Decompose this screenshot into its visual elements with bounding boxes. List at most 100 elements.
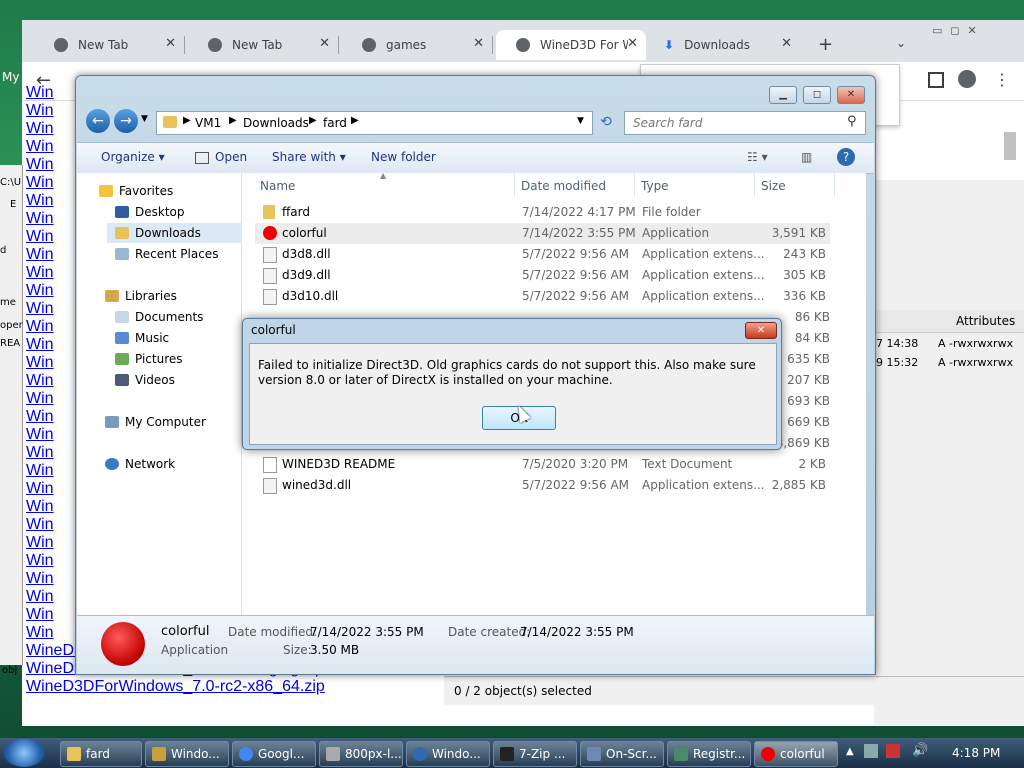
column-size[interactable]: Size — [761, 179, 786, 193]
file-row[interactable]: wined3d.dll 5/7/2022 9:56 AM Application… — [255, 475, 830, 496]
close-icon[interactable]: ✕ — [781, 36, 792, 51]
music-icon — [115, 332, 129, 344]
chevron-down-icon[interactable]: ⌄ — [896, 36, 906, 50]
file-row[interactable]: ffard 7/14/2022 4:17 PM File folder — [255, 202, 830, 223]
file-row[interactable]: d3d10.dll 5/7/2022 9:56 AM Application e… — [255, 286, 830, 307]
tab-label: New Tab — [78, 38, 129, 52]
tray-expand-icon[interactable]: ▲ — [846, 746, 854, 757]
view-options-icon[interactable]: ☷ ▾ — [747, 150, 768, 164]
volume-icon[interactable]: 🔊 — [912, 743, 928, 758]
taskbar-item-windows-help[interactable]: Windo... — [406, 741, 490, 767]
nav-downloads[interactable]: Downloads — [107, 223, 249, 243]
close-button[interactable]: ✕ — [837, 86, 865, 104]
search-icon[interactable]: ⚲ — [847, 114, 857, 129]
nav-favorites[interactable]: Favorites — [99, 181, 173, 201]
browser-tab-1[interactable]: New Tab ✕ — [34, 30, 185, 60]
nav-libraries[interactable]: Libraries — [105, 286, 177, 306]
folder-icon — [163, 116, 177, 128]
taskbar-item-windows[interactable]: Windo... — [145, 741, 229, 767]
taskbar-item-on-screen[interactable]: On-Scr... — [580, 741, 664, 767]
address-bar[interactable]: ▶ VM1 ▶ Downloads ▶ fard ▶ ▼ — [156, 111, 593, 135]
browser-tab-4[interactable]: WineD3D For W ✕ — [496, 30, 646, 60]
column-type[interactable]: Type — [641, 179, 669, 193]
chevron-down-icon[interactable]: ▼ — [141, 114, 148, 124]
organize-button[interactable]: Organize ▾ — [101, 150, 165, 164]
nav-my-computer[interactable]: My Computer — [105, 412, 206, 432]
new-folder-button[interactable]: New folder — [371, 150, 436, 164]
close-icon[interactable]: ✕ — [165, 36, 176, 51]
network-tray-icon[interactable] — [864, 744, 878, 758]
nav-videos[interactable]: Videos — [115, 370, 175, 390]
taskbar-item-registry[interactable]: Registr... — [667, 741, 751, 767]
error-dialog: colorful ✕ Failed to initialize Direct3D… — [242, 318, 782, 450]
nav-recent-places[interactable]: Recent Places — [115, 244, 218, 264]
taskbar-item-fard[interactable]: fard — [60, 741, 142, 767]
refresh-icon[interactable]: ⟲ — [596, 111, 616, 133]
fragment: oper — [0, 320, 23, 331]
file-row[interactable]: d3d8.dll 5/7/2022 9:56 AM Application ex… — [255, 244, 830, 265]
sort-arrow-icon: ▲ — [380, 171, 387, 180]
menu-dots-icon[interactable]: ⋮ — [994, 70, 1010, 89]
open-button[interactable]: Open — [195, 150, 247, 164]
downloads-folder-icon — [115, 227, 129, 239]
tab-label: games — [386, 38, 427, 52]
breadcrumb-downloads[interactable]: Downloads — [243, 116, 309, 130]
desktop-label: My — [2, 70, 20, 84]
help-icon[interactable]: ? — [837, 148, 855, 166]
sidepanel-icon[interactable] — [928, 72, 944, 88]
clock[interactable]: 4:18 PM — [952, 746, 1000, 760]
close-icon[interactable]: ✕ — [627, 36, 638, 51]
maximize-button[interactable]: ◻ — [803, 86, 831, 104]
browser-tab-2[interactable]: New Tab ✕ — [188, 30, 339, 60]
taskbar-item-7zip[interactable]: 7-Zip ... — [493, 741, 577, 767]
forward-arrow-icon[interactable]: → — [114, 109, 138, 133]
browser-tab-3[interactable]: games ✕ — [342, 30, 493, 60]
fragment: E — [10, 199, 17, 210]
preview-pane-icon[interactable]: ▥ — [801, 150, 812, 164]
nav-documents[interactable]: Documents — [115, 307, 203, 327]
flag-tray-icon[interactable] — [886, 744, 900, 758]
chrome-icon — [362, 38, 376, 52]
path-fragment: C:\U — [0, 177, 22, 188]
minimize-button[interactable]: ▁ — [769, 86, 797, 104]
column-date-modified[interactable]: Date modified — [521, 179, 606, 193]
file-row-selected[interactable]: colorful 7/14/2022 3:55 PM Application 3… — [255, 223, 830, 244]
dialog-close-button[interactable]: ✕ — [745, 322, 777, 339]
taskbar-item-google[interactable]: Googl... — [232, 741, 316, 767]
scrollbar-thumb[interactable] — [1004, 132, 1016, 160]
taskbar-item-800px[interactable]: 800px-l... — [319, 741, 403, 767]
new-tab-button[interactable]: + — [818, 34, 833, 55]
fragment: obj — [2, 665, 18, 676]
share-with-button[interactable]: Share with ▾ — [272, 150, 346, 164]
network-icon — [105, 458, 119, 470]
dll-icon — [263, 289, 277, 305]
close-icon[interactable]: ✕ — [319, 36, 330, 51]
close-icon[interactable]: ✕ — [473, 36, 484, 51]
start-button[interactable] — [4, 739, 44, 767]
breadcrumb-vm1[interactable]: VM1 — [195, 116, 221, 130]
back-arrow-icon[interactable]: ← — [86, 109, 110, 133]
file-row[interactable]: d3d9.dll 5/7/2022 9:56 AM Application ex… — [255, 265, 830, 286]
nav-pictures[interactable]: Pictures — [115, 349, 183, 369]
chrome-icon — [516, 38, 530, 52]
library-icon — [105, 290, 119, 302]
chrome-icon — [208, 38, 222, 52]
column-name[interactable]: Name — [260, 179, 295, 193]
nav-music[interactable]: Music — [115, 328, 169, 348]
window-controls[interactable]: ▭◻✕ — [932, 24, 985, 37]
file-link[interactable]: WineD3DForWindows_7.0-rc2-x86_64.zip — [26, 678, 406, 696]
breadcrumb-fard[interactable]: fard — [323, 116, 347, 130]
taskbar-item-colorful[interactable]: colorful — [754, 741, 838, 767]
navigation-pane: Favorites Desktop Downloads Recent Place… — [77, 173, 249, 615]
chrome-icon — [239, 747, 253, 761]
dialog-body: Failed to initialize Direct3D. Old graph… — [249, 343, 777, 445]
row-attr: A -rwxrwxrwx — [938, 356, 1014, 369]
profile-avatar[interactable] — [958, 70, 976, 88]
browser-tab-5[interactable]: ⬇ Downloads ✕ — [650, 30, 800, 60]
search-input[interactable]: Search fard ⚲ — [624, 111, 866, 135]
chevron-down-icon[interactable]: ▼ — [577, 116, 584, 126]
nav-desktop[interactable]: Desktop — [115, 202, 185, 222]
background-window-right: Attributes 7 14:38 A -rwxrwxrwx 9 15:32 … — [874, 180, 1024, 725]
nav-network[interactable]: Network — [105, 454, 175, 474]
file-row[interactable]: WINED3D README 7/5/2020 3:20 PM Text Doc… — [255, 454, 830, 475]
